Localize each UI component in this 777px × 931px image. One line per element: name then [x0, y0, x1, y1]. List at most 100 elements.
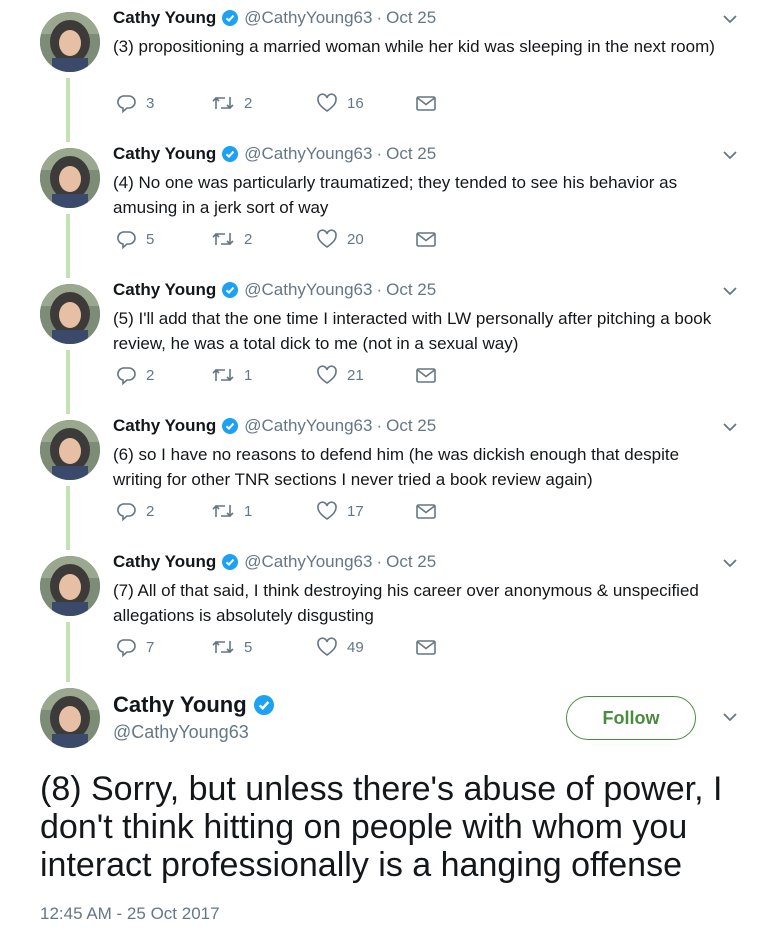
reply-button[interactable]: 5 [117, 228, 154, 250]
tweet-text: (7) All of that said, I think destroying… [113, 581, 699, 625]
chevron-down-icon[interactable] [722, 286, 738, 296]
reply-button[interactable]: 7 [117, 636, 154, 658]
separator: · [376, 144, 383, 163]
retweet-icon [212, 640, 234, 654]
like-button[interactable]: 16 [316, 92, 364, 114]
tweet-date[interactable]: Oct 25 [386, 552, 436, 572]
heart-icon [317, 501, 337, 520]
main-avatar[interactable] [40, 688, 100, 748]
author-handle[interactable]: @CathyYoung63 [244, 8, 372, 28]
retweet-count: 2 [244, 230, 253, 248]
main-author-handle[interactable]: @CathyYoung63 [113, 722, 249, 743]
avatar[interactable] [40, 12, 100, 72]
reply-icon [117, 95, 136, 113]
author-name[interactable]: Cathy Young [113, 8, 216, 28]
chevron-down-icon[interactable] [722, 712, 738, 722]
author-name[interactable]: Cathy Young [113, 552, 216, 572]
direct-message-button[interactable] [415, 92, 437, 114]
retweet-icon [212, 96, 234, 110]
author-handle[interactable]: @CathyYoung63 [244, 552, 372, 572]
avatar[interactable] [40, 556, 100, 616]
retweet-count: 2 [244, 94, 253, 112]
author-handle[interactable]: @CathyYoung63 [244, 144, 372, 164]
reply-button[interactable]: 2 [117, 500, 154, 522]
reply-icon [117, 367, 136, 385]
main-author-name[interactable]: Cathy Young [113, 692, 280, 718]
retweet-button[interactable]: 1 [211, 500, 252, 522]
reply-count: 2 [146, 366, 155, 384]
tweet-header: Cathy Young @CathyYoung63 · Oct 25 [113, 280, 436, 300]
tweet-text: (5) I'll add that the one time I interac… [113, 309, 712, 353]
direct-message-button[interactable] [415, 636, 437, 658]
tweet-date[interactable]: Oct 25 [386, 144, 436, 164]
direct-message-button[interactable] [415, 364, 437, 386]
tweet-header: Cathy Young @CathyYoung63 · Oct 25 [113, 416, 436, 436]
chevron-down-icon[interactable] [722, 422, 738, 432]
avatar[interactable] [40, 284, 100, 344]
chevron-down-icon[interactable] [722, 150, 738, 160]
like-button[interactable]: 20 [316, 228, 364, 250]
like-count: 21 [347, 366, 364, 384]
thread-tweet[interactable]: Cathy Young @CathyYoung63 · Oct 25 (7) A… [0, 544, 777, 680]
reply-button[interactable]: 3 [117, 92, 154, 114]
reply-count: 3 [146, 94, 155, 112]
like-button[interactable]: 21 [316, 364, 364, 386]
separator: · [376, 280, 383, 299]
main-tweet-text: (8) Sorry, but unless there's abuse of p… [40, 770, 723, 884]
mail-icon [416, 504, 436, 519]
reply-button[interactable]: 2 [117, 364, 154, 386]
avatar[interactable] [40, 420, 100, 480]
retweet-count: 1 [244, 502, 253, 520]
retweet-count: 5 [244, 638, 253, 656]
separator: · [376, 416, 383, 435]
tweet-date[interactable]: Oct 25 [386, 416, 436, 436]
retweet-icon [212, 368, 234, 382]
retweet-button[interactable]: 5 [211, 636, 252, 658]
author-handle[interactable]: @CathyYoung63 [244, 280, 372, 300]
tweet-actions: 7 5 49 [113, 636, 443, 660]
author-name[interactable]: Cathy Young [113, 144, 216, 164]
tweet-actions: 2 1 17 [113, 500, 443, 524]
verified-badge-icon [222, 554, 239, 570]
mail-icon [416, 640, 436, 655]
main-author-name-text[interactable]: Cathy Young [113, 692, 247, 718]
reply-icon [117, 231, 136, 249]
author-name[interactable]: Cathy Young [113, 280, 216, 300]
like-button[interactable]: 49 [316, 636, 364, 658]
reply-icon [117, 639, 136, 657]
tweet-actions: 2 1 21 [113, 364, 443, 388]
reply-count: 2 [146, 502, 155, 520]
retweet-button[interactable]: 2 [211, 92, 252, 114]
thread-tweet[interactable]: Cathy Young @CathyYoung63 · Oct 25 (4) N… [0, 136, 777, 272]
avatar[interactable] [40, 148, 100, 208]
retweet-button[interactable]: 1 [211, 364, 252, 386]
heart-icon [317, 93, 337, 112]
thread-tweet[interactable]: Cathy Young @CathyYoung63 · Oct 25 (3) p… [0, 0, 777, 136]
like-count: 17 [347, 502, 364, 520]
tweet-timestamp[interactable]: 12:45 AM - 25 Oct 2017 [40, 904, 220, 924]
heart-icon [317, 229, 337, 248]
author-handle[interactable]: @CathyYoung63 [244, 416, 372, 436]
tweet-date[interactable]: Oct 25 [386, 8, 436, 28]
heart-icon [317, 365, 337, 384]
like-count: 20 [347, 230, 364, 248]
thread-tweet[interactable]: Cathy Young @CathyYoung63 · Oct 25 (6) s… [0, 408, 777, 544]
separator: · [376, 8, 383, 27]
chevron-down-icon[interactable] [722, 558, 738, 568]
author-name[interactable]: Cathy Young [113, 416, 216, 436]
thread-tweet[interactable]: Cathy Young @CathyYoung63 · Oct 25 (5) I… [0, 272, 777, 408]
follow-button[interactable]: Follow [566, 696, 696, 740]
tweet-text: (3) propositioning a married woman while… [113, 37, 715, 56]
tweet-date[interactable]: Oct 25 [386, 280, 436, 300]
like-button[interactable]: 17 [316, 500, 364, 522]
tweet-header: Cathy Young @CathyYoung63 · Oct 25 [113, 552, 436, 572]
retweet-icon [212, 504, 234, 518]
direct-message-button[interactable] [415, 500, 437, 522]
tweet-actions: 5 2 20 [113, 228, 443, 252]
direct-message-button[interactable] [415, 228, 437, 250]
reply-count: 5 [146, 230, 155, 248]
chevron-down-icon[interactable] [722, 14, 738, 24]
verified-badge-icon [222, 146, 239, 162]
retweet-button[interactable]: 2 [211, 228, 252, 250]
mail-icon [416, 368, 436, 383]
